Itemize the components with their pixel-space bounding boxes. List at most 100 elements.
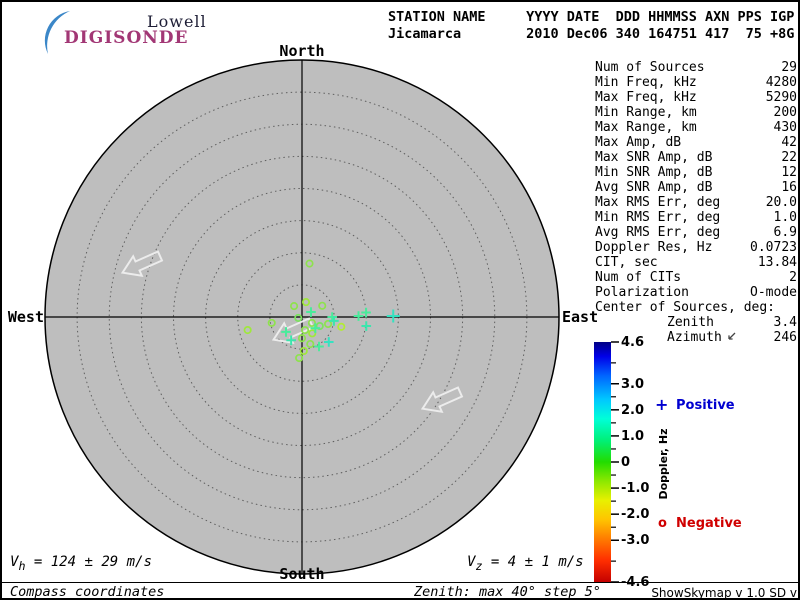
drift-direction-arrow	[118, 246, 164, 282]
info-label: Num of Sources	[595, 60, 705, 75]
source-point-negative	[296, 355, 302, 361]
info-label: Min RMS Err, deg	[595, 210, 720, 225]
info-value: O-mode	[750, 285, 797, 300]
colorbar-tick-label: -2.0	[621, 507, 649, 522]
source-point-negative	[303, 299, 309, 305]
positive-plus-icon: +	[655, 395, 668, 414]
zenith-ring	[141, 156, 462, 477]
zenith-ring	[109, 124, 495, 510]
info-label: CIT, sec	[595, 255, 658, 270]
source-point-negative	[307, 341, 313, 347]
info-label: Zenith	[595, 315, 714, 330]
azimuth-direction-icon	[726, 332, 736, 341]
source-point-negative	[244, 327, 250, 333]
info-label: Min Range, km	[595, 105, 697, 120]
info-value: 430	[774, 120, 797, 135]
source-point-positive	[281, 327, 291, 337]
info-row: Max RMS Err, deg20.0	[595, 195, 797, 210]
source-point-positive	[329, 316, 339, 326]
source-point-positive	[310, 323, 320, 333]
zenith-scale-note: Zenith: max 40° step 5°	[414, 584, 601, 600]
source-point-negative	[302, 327, 308, 333]
negative-circle-icon: o	[658, 516, 667, 531]
info-row: Avg RMS Err, deg6.9	[595, 225, 797, 240]
info-value: 29	[781, 60, 797, 75]
colorbar-tick-label: -4.6	[621, 575, 649, 590]
measurement-info-table: Num of Sources29Min Freq, kHz4280Max Fre…	[595, 60, 797, 345]
info-row: Max Range, km 430	[595, 120, 797, 135]
source-point-positive	[306, 307, 316, 317]
source-point-negative	[301, 348, 307, 354]
info-row: Center of Sources, deg:	[595, 300, 797, 315]
vh-value: = 124 ± 29 m/s	[25, 554, 151, 570]
info-row: Max Freq, kHz 5290	[595, 90, 797, 105]
compass-label-west: West	[6, 308, 44, 326]
colorbar-tick-label: 4.6	[621, 335, 644, 350]
info-value: 22	[781, 150, 797, 165]
source-point-negative	[317, 323, 323, 329]
info-value: 3.4	[774, 315, 797, 330]
info-label: Min SNR Amp, dB	[595, 165, 712, 180]
info-label: Max Range, km	[595, 120, 697, 135]
source-point-negative	[269, 320, 275, 326]
info-row: Min SNR Amp, dB 12	[595, 165, 797, 180]
info-label: Polarization	[595, 285, 689, 300]
info-row: CIT, sec 13.84	[595, 255, 797, 270]
info-value: 2	[789, 270, 797, 285]
colorbar-tick-label: 3.0	[621, 377, 644, 392]
source-point-positive	[354, 311, 364, 321]
colorbar-tick-label: 1.0	[621, 429, 644, 444]
coordinates-note: Compass coordinates	[10, 584, 164, 600]
lowell-digisonde-logo: Lowell DIGISONDE	[12, 8, 262, 52]
vz-value: = 4 ± 1 m/s	[482, 554, 583, 570]
info-value: 0.0723	[750, 240, 797, 255]
source-point-negative	[295, 315, 301, 321]
source-point-negative	[338, 324, 344, 330]
info-label: Max RMS Err, deg	[595, 195, 720, 210]
source-point-positive	[327, 312, 337, 322]
info-row: Num of CITs 2	[595, 270, 797, 285]
source-point-negative	[309, 330, 315, 336]
zenith-ring	[238, 253, 367, 382]
source-point-positive	[361, 321, 371, 331]
source-point-positive	[387, 310, 400, 323]
source-point-positive	[324, 337, 334, 347]
doppler-colorbar	[594, 342, 611, 582]
info-row: Max Amp, dB42	[595, 135, 797, 150]
info-row: Zenith 3.4	[595, 315, 797, 330]
info-value: 12	[781, 165, 797, 180]
source-point-negative	[291, 303, 297, 309]
info-value: 6.9	[774, 225, 797, 240]
colorbar-tick-label: -3.0	[621, 533, 649, 548]
info-label: Num of CITs	[595, 270, 681, 285]
compass-label-south: South	[262, 565, 342, 583]
zenith-ring	[174, 189, 431, 446]
info-label: Max SNR Amp, dB	[595, 150, 712, 165]
info-value: 246	[774, 330, 797, 345]
info-label: Doppler Res, Hz	[595, 240, 712, 255]
source-point-negative	[319, 303, 325, 309]
info-row: Polarization O-mode	[595, 285, 797, 300]
info-value: 5290	[766, 90, 797, 105]
info-value: 13.84	[758, 255, 797, 270]
info-value: 16	[781, 180, 797, 195]
info-value: 4280	[766, 75, 797, 90]
info-value: 1.0	[774, 210, 797, 225]
source-point-positive	[286, 335, 296, 345]
info-label: Center of Sources, deg:	[595, 300, 775, 315]
source-point-negative	[306, 260, 312, 266]
showskymap-window: Lowell DIGISONDE STATION NAME YYYY DATE …	[0, 0, 800, 600]
source-point-positive	[361, 308, 371, 318]
compass-label-north: North	[262, 42, 342, 60]
source-point-negative	[325, 321, 331, 327]
zenith-ring	[206, 221, 399, 414]
colorbar-tick-label: 2.0	[621, 403, 644, 418]
info-label: Max Freq, kHz	[595, 90, 697, 105]
source-point-negative	[309, 320, 315, 326]
info-row: Min Range, km200	[595, 105, 797, 120]
colorbar-axis-title: Doppler, Hz	[657, 424, 670, 504]
source-point-negative	[299, 335, 305, 341]
info-row: Min RMS Err, deg 1.0	[595, 210, 797, 225]
sky-disk	[45, 60, 559, 574]
drift-direction-arrow	[269, 313, 315, 349]
